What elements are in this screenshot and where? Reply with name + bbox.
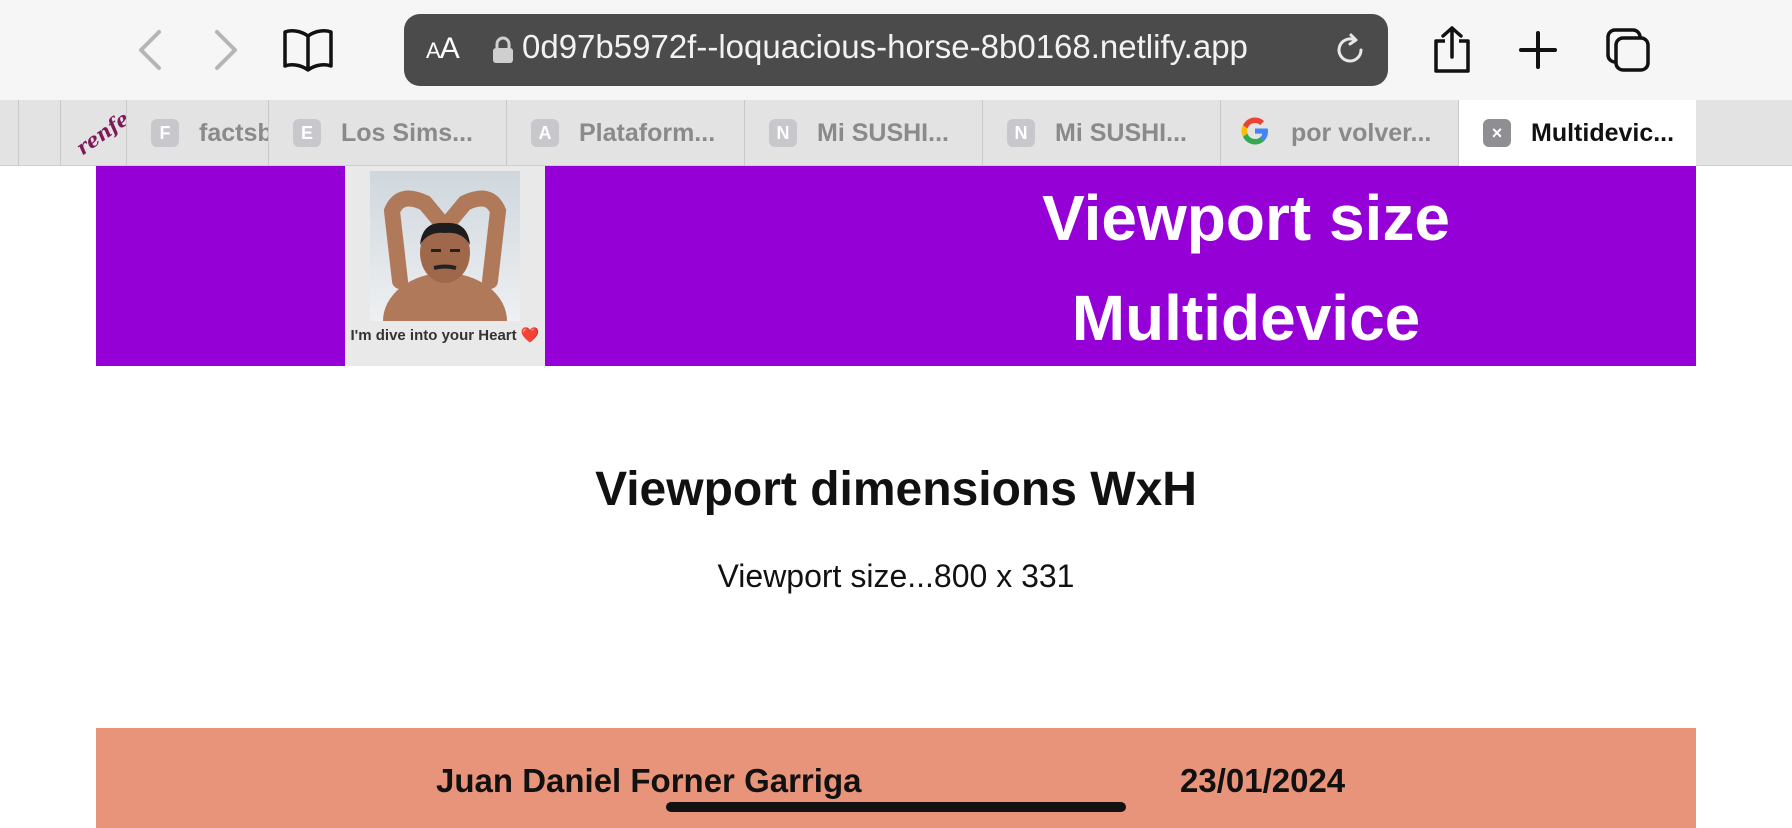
bookmarks-button[interactable]: [280, 22, 336, 78]
tab-los-sims[interactable]: E Los Sims...: [268, 100, 506, 166]
url-text[interactable]: 0d97b5972f--loquacious-horse-8b0168.netl…: [522, 28, 1322, 66]
new-tab-button[interactable]: [1510, 22, 1566, 78]
tab-favicon-icon: N: [1007, 119, 1035, 147]
tab-label: Plataform...: [579, 118, 716, 147]
tab-favicon-icon: F: [151, 119, 179, 147]
page-header: I'm dive into your Heart ❤️ Viewport siz…: [96, 166, 1696, 366]
reader-text-size-button[interactable]: AA: [426, 32, 460, 66]
tab-label: factsb: [199, 118, 268, 147]
tab-plataforma[interactable]: A Plataform...: [506, 100, 744, 166]
renfe-logo-icon: renfe: [71, 106, 126, 160]
tabs-overview-icon: [1606, 28, 1650, 72]
profile-card: I'm dive into your Heart ❤️: [345, 166, 545, 366]
title-line-2: Multidevice: [1071, 282, 1421, 354]
footer-author: Juan Daniel Forner Garriga: [436, 762, 862, 799]
tab-favicon-icon: A: [531, 119, 559, 147]
share-icon: [1434, 26, 1470, 73]
tab-label: Mi SUSHI...: [1055, 118, 1187, 147]
tab-multidevice-active[interactable]: × Multidevic...: [1458, 100, 1696, 166]
home-indicator[interactable]: [666, 802, 1126, 812]
footer-date: 23/01/2024: [1180, 762, 1346, 799]
tab-renfe[interactable]: renfe: [60, 100, 126, 166]
tab-label: por volver...: [1291, 118, 1432, 147]
tab-label: Los Sims...: [341, 118, 473, 147]
chevron-left-icon: [139, 30, 161, 70]
page-title: Viewport size Multidevice: [916, 168, 1576, 368]
plus-icon: [1519, 31, 1557, 69]
tabs-overview-button[interactable]: [1600, 22, 1656, 78]
back-button[interactable]: [122, 22, 178, 78]
tab-label: Multidevic...: [1531, 118, 1675, 147]
tab-favicon-icon: E: [293, 119, 321, 147]
browser-toolbar: AA 0d97b5972f--loquacious-horse-8b0168.n…: [0, 0, 1792, 100]
section-heading: Viewport dimensions WxH: [595, 463, 1197, 516]
address-bar[interactable]: AA 0d97b5972f--loquacious-horse-8b0168.n…: [404, 14, 1388, 86]
forward-button[interactable]: [198, 22, 254, 78]
google-icon: [1239, 115, 1271, 152]
book-icon: [283, 29, 333, 72]
tab-factsb[interactable]: F factsb: [126, 100, 268, 166]
tab-favicon-icon: N: [769, 119, 797, 147]
tab-google-search[interactable]: por volver...: [1220, 100, 1458, 166]
tab-pinned-blank[interactable]: [18, 100, 60, 166]
share-button[interactable]: [1424, 22, 1480, 78]
lock-icon: [492, 36, 514, 69]
tab-close-icon[interactable]: ×: [1483, 119, 1511, 147]
tab-mi-sushi-2[interactable]: N Mi SUSHI...: [982, 100, 1220, 166]
profile-photo: [370, 171, 520, 321]
title-line-1: Viewport size: [1042, 182, 1450, 254]
profile-caption: I'm dive into your Heart ❤️: [350, 327, 540, 344]
reload-icon[interactable]: [1332, 32, 1368, 73]
tab-strip: renfe F factsb E Los Sims... A Plataform…: [0, 100, 1792, 166]
viewport-size-text: Viewport size...800 x 331: [717, 558, 1075, 594]
chevron-right-icon: [215, 30, 237, 70]
tab-label: Mi SUSHI...: [817, 118, 949, 147]
tab-mi-sushi-1[interactable]: N Mi SUSHI...: [744, 100, 982, 166]
page-footer: Juan Daniel Forner Garriga 23/01/2024: [96, 728, 1696, 828]
